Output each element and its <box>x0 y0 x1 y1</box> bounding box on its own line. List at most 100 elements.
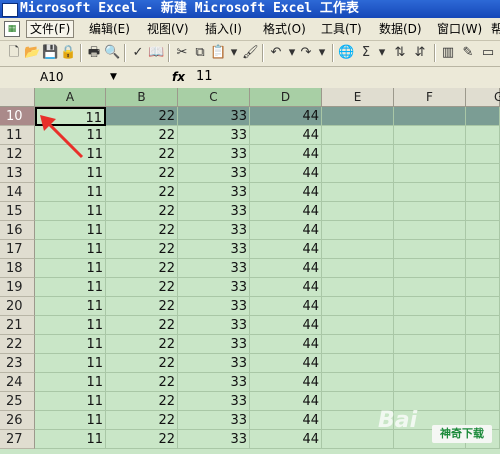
row-header[interactable]: 19 <box>0 278 35 297</box>
menu-view[interactable]: 视图(V) <box>144 21 192 37</box>
cell[interactable] <box>322 240 394 259</box>
cell[interactable]: 11 <box>35 430 106 449</box>
cell[interactable]: 22 <box>106 126 178 145</box>
cell[interactable]: 33 <box>178 430 250 449</box>
cell[interactable]: 22 <box>106 430 178 449</box>
workbook-icon[interactable]: ▦ <box>4 21 20 37</box>
cell[interactable]: 22 <box>106 354 178 373</box>
cell[interactable] <box>322 183 394 202</box>
cell[interactable]: 33 <box>178 392 250 411</box>
print-icon[interactable]: 🖶 <box>86 45 102 61</box>
cell[interactable]: 44 <box>250 373 322 392</box>
cell[interactable]: 33 <box>178 240 250 259</box>
row-header[interactable]: 21 <box>0 316 35 335</box>
hyperlink-icon[interactable]: 🌐 <box>338 45 354 61</box>
cell[interactable] <box>322 278 394 297</box>
cell[interactable] <box>322 316 394 335</box>
cell[interactable]: 22 <box>106 240 178 259</box>
drawing-icon[interactable]: ✎ <box>460 45 476 61</box>
cell[interactable]: 11 <box>35 297 106 316</box>
row-header[interactable]: 16 <box>0 221 35 240</box>
cell[interactable]: 33 <box>178 221 250 240</box>
cell[interactable]: 11 <box>35 411 106 430</box>
undo-icon[interactable]: ↶ <box>268 45 284 61</box>
cell[interactable]: 33 <box>178 297 250 316</box>
zoom-icon[interactable]: ▭ <box>480 45 496 61</box>
column-header-g[interactable]: G <box>466 88 500 107</box>
cell[interactable] <box>466 183 500 202</box>
row-header[interactable]: 22 <box>0 335 35 354</box>
cell[interactable]: 44 <box>250 107 322 126</box>
column-header-e[interactable]: E <box>322 88 394 107</box>
cell[interactable]: 44 <box>250 430 322 449</box>
cell[interactable]: 44 <box>250 221 322 240</box>
autosum-dropdown-icon[interactable]: ▾ <box>374 45 390 61</box>
cell[interactable] <box>394 126 466 145</box>
cell[interactable]: 11 <box>35 164 106 183</box>
cell[interactable] <box>322 335 394 354</box>
cell[interactable] <box>394 145 466 164</box>
paste-dropdown-icon[interactable]: ▾ <box>226 45 242 61</box>
column-header-f[interactable]: F <box>394 88 466 107</box>
sort-ascending-icon[interactable]: ⇅ <box>392 45 408 61</box>
cell[interactable]: 22 <box>106 316 178 335</box>
cell[interactable] <box>466 373 500 392</box>
cell[interactable]: 33 <box>178 259 250 278</box>
row-header[interactable]: 14 <box>0 183 35 202</box>
cell[interactable]: 11 <box>35 259 106 278</box>
row-header[interactable]: 25 <box>0 392 35 411</box>
cell[interactable]: 22 <box>106 297 178 316</box>
cell[interactable] <box>394 107 466 126</box>
new-icon[interactable]: 🗋 <box>6 45 22 61</box>
cell[interactable] <box>466 107 500 126</box>
copy-icon[interactable]: ⧉ <box>192 45 208 61</box>
cell[interactable]: 22 <box>106 335 178 354</box>
cell[interactable]: 11 <box>35 221 106 240</box>
menu-window[interactable]: 窗口(W) <box>434 21 485 37</box>
cell[interactable]: 44 <box>250 335 322 354</box>
cell[interactable]: 33 <box>178 183 250 202</box>
menu-format[interactable]: 格式(O) <box>260 21 309 37</box>
cell[interactable] <box>466 297 500 316</box>
cell[interactable]: 44 <box>250 145 322 164</box>
research-icon[interactable]: 📖 <box>148 45 164 61</box>
cell[interactable]: 22 <box>106 373 178 392</box>
cell[interactable]: 11 <box>35 392 106 411</box>
cell[interactable]: 33 <box>178 316 250 335</box>
row-header[interactable]: 15 <box>0 202 35 221</box>
cell[interactable]: 11 <box>35 316 106 335</box>
row-header[interactable]: 27 <box>0 430 35 449</box>
cell[interactable]: 11 <box>35 373 106 392</box>
cell[interactable] <box>466 335 500 354</box>
cell[interactable] <box>394 202 466 221</box>
cell[interactable]: 33 <box>178 354 250 373</box>
cell[interactable] <box>466 259 500 278</box>
row-header[interactable]: 18 <box>0 259 35 278</box>
cell[interactable] <box>322 107 394 126</box>
cell[interactable]: 44 <box>250 240 322 259</box>
format-painter-icon[interactable]: 🖌 <box>242 45 259 61</box>
cell[interactable]: 33 <box>178 145 250 164</box>
cell[interactable]: 22 <box>106 164 178 183</box>
column-header-d[interactable]: D <box>250 88 322 107</box>
cell[interactable] <box>466 126 500 145</box>
save-icon[interactable]: 💾 <box>42 45 58 61</box>
row-header[interactable]: 26 <box>0 411 35 430</box>
cell[interactable]: 44 <box>250 411 322 430</box>
menu-help[interactable]: 帮 <box>488 21 500 37</box>
menu-data[interactable]: 数据(D) <box>376 21 425 37</box>
open-icon[interactable]: 📂 <box>24 45 40 61</box>
cell[interactable] <box>394 373 466 392</box>
cell[interactable] <box>322 373 394 392</box>
print-preview-icon[interactable]: 🔍 <box>104 45 120 61</box>
cell[interactable]: 44 <box>250 278 322 297</box>
cell[interactable] <box>322 221 394 240</box>
row-header[interactable]: 13 <box>0 164 35 183</box>
cell[interactable]: 44 <box>250 297 322 316</box>
cell[interactable]: 44 <box>250 126 322 145</box>
cell[interactable]: 22 <box>106 145 178 164</box>
cell[interactable]: 44 <box>250 354 322 373</box>
cell[interactable] <box>322 126 394 145</box>
cell[interactable] <box>466 240 500 259</box>
cell[interactable]: 22 <box>106 107 178 126</box>
